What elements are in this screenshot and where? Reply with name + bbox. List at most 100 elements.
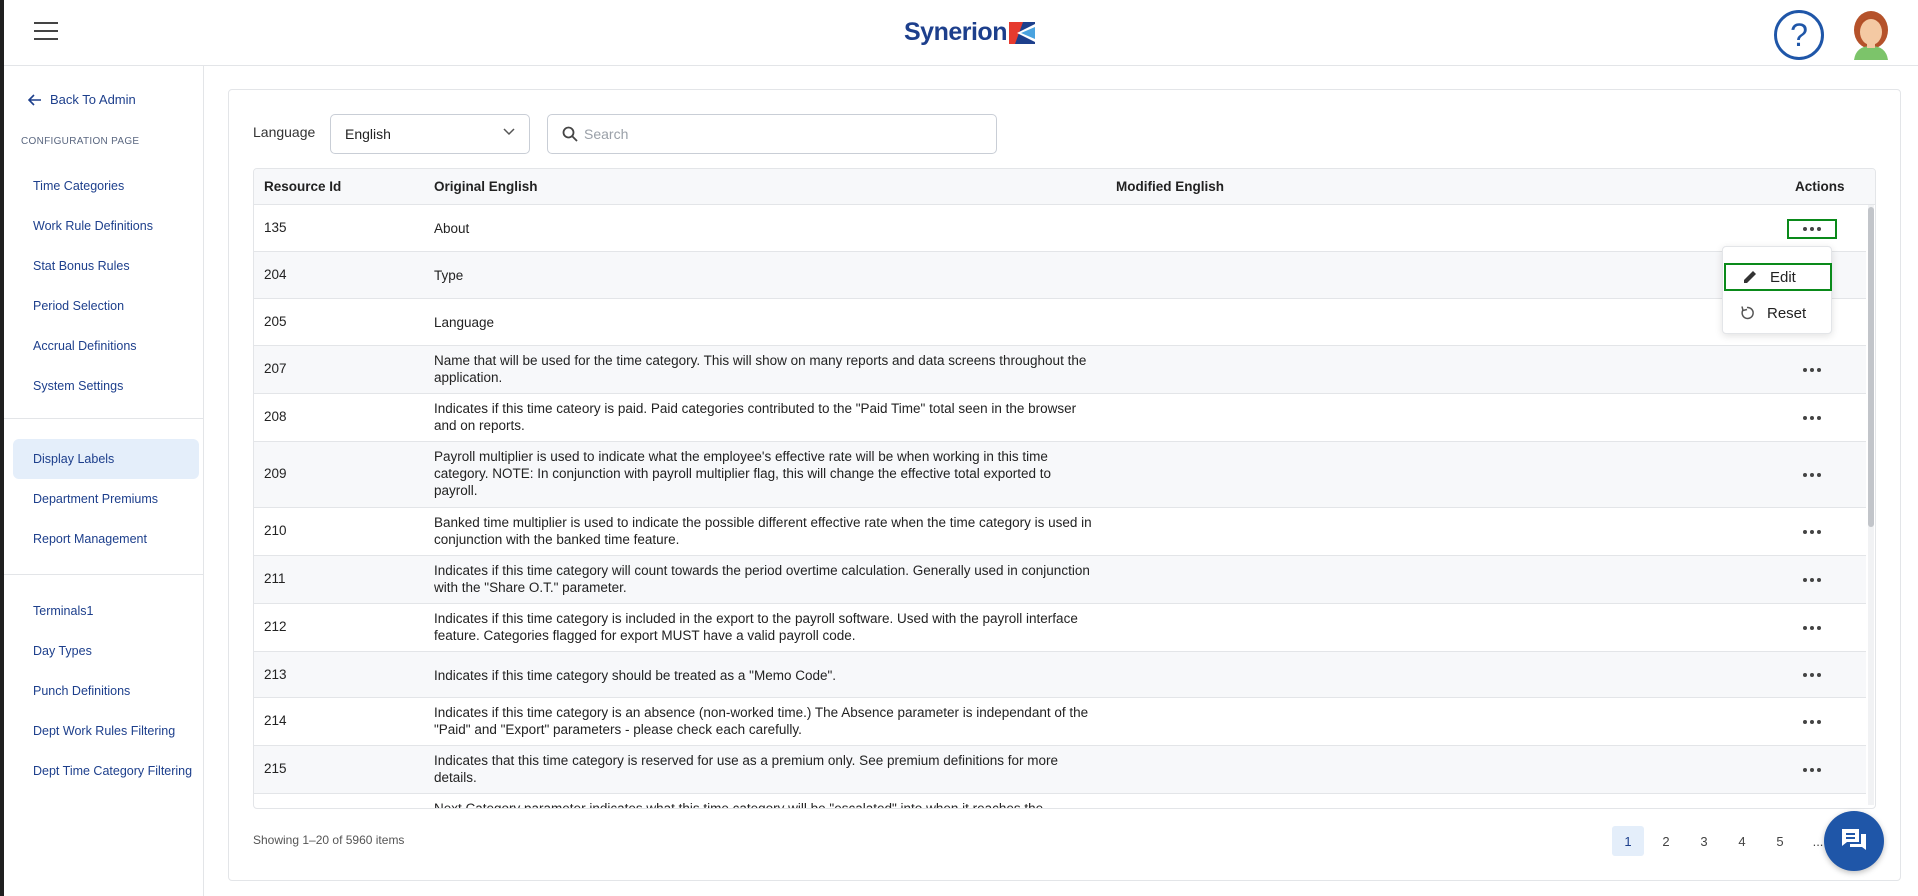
resource-id-cell: 204	[264, 267, 287, 282]
sidebar-item-punch-definitions[interactable]: Punch Definitions	[13, 671, 199, 711]
scrollbar-thumb[interactable]	[1868, 207, 1874, 527]
table-row: 213 Indicates if this time category shou…	[254, 652, 1866, 698]
sidebar-item-day-types[interactable]: Day Types	[13, 631, 199, 671]
original-text-cell: Indicates that this time category is res…	[434, 753, 1059, 785]
menu-item-reset-label: Reset	[1767, 304, 1807, 322]
top-header: Synerion ?	[4, 0, 1918, 66]
sidebar-item-department-premiums[interactable]: Department Premiums	[13, 479, 199, 519]
menu-item-edit-label: Edit	[1770, 268, 1796, 286]
arrow-left-icon	[28, 93, 41, 106]
original-text-cell: Type	[434, 268, 464, 283]
original-text-cell: Next Category parameter indicates what t…	[434, 801, 1044, 809]
row-actions-button[interactable]	[1787, 570, 1837, 590]
table-row: 204 Type	[254, 252, 1866, 299]
row-actions-button[interactable]	[1787, 360, 1837, 380]
column-header-modified: Modified English	[1116, 179, 1224, 194]
more-dots-icon	[1803, 368, 1821, 372]
row-actions-button[interactable]	[1787, 665, 1837, 685]
original-text-cell: Indicates if this time cateory is paid. …	[434, 401, 1077, 433]
more-dots-icon	[1803, 578, 1821, 582]
table-row: Next Category parameter indicates what t…	[254, 794, 1866, 809]
resource-id-cell: 210	[264, 523, 287, 538]
sidebar: Back To Admin CONFIGURATION PAGE Time Ca…	[4, 66, 204, 896]
table-scrollbar[interactable]	[1868, 205, 1874, 805]
language-select[interactable]: English	[330, 114, 530, 154]
menu-item-reset[interactable]: Reset	[1723, 299, 1833, 327]
more-dots-icon	[1803, 673, 1821, 677]
row-actions-button[interactable]	[1787, 618, 1837, 638]
language-label: Language	[253, 124, 316, 140]
row-actions-button[interactable]	[1787, 219, 1837, 239]
sidebar-item-work-rule-definitions[interactable]: Work Rule Definitions	[13, 206, 199, 246]
original-text-cell: Language	[434, 315, 495, 330]
page-button-3[interactable]: 3	[1688, 826, 1720, 856]
sidebar-item-terminals1[interactable]: Terminals1	[13, 591, 199, 631]
original-text-cell: Indicates if this time category will cou…	[434, 563, 1090, 595]
resource-id-cell: 209	[264, 466, 287, 481]
page-button-5[interactable]: 5	[1764, 826, 1796, 856]
original-text-cell: Name that will be used for the time cate…	[434, 353, 1087, 385]
menu-item-edit[interactable]: Edit	[1724, 263, 1832, 291]
language-select-value: English	[345, 126, 391, 142]
pagination: 1 2 3 4 5 ...	[1612, 826, 1834, 856]
more-dots-icon	[1803, 227, 1821, 231]
resource-id-cell: 207	[264, 361, 287, 376]
original-text-cell: Indicates if this time category is inclu…	[434, 611, 1078, 643]
table-row: 215 Indicates that this time category is…	[254, 746, 1866, 794]
table-body: 135 About 204 Type 205 Language 207 Name…	[254, 205, 1866, 809]
sidebar-item-system-settings[interactable]: System Settings	[13, 366, 199, 406]
display-labels-card: Language English Resource Id Original En…	[228, 89, 1901, 881]
sidebar-item-stat-bonus-rules[interactable]: Stat Bonus Rules	[13, 246, 199, 286]
original-text-cell: Indicates if this time category is an ab…	[434, 705, 1089, 737]
resource-id-cell: 135	[264, 220, 287, 235]
resource-id-cell: 215	[264, 761, 287, 776]
page-button-1[interactable]: 1	[1612, 826, 1644, 856]
sidebar-item-dept-time-category-filtering[interactable]: Dept Time Category Filtering	[13, 751, 199, 791]
more-dots-icon	[1803, 530, 1821, 534]
row-actions-menu: Edit Reset	[1722, 246, 1832, 334]
original-text-cell: Indicates if this time category should b…	[434, 668, 837, 683]
back-to-admin-label: Back To Admin	[50, 92, 136, 107]
page-button-4[interactable]: 4	[1726, 826, 1758, 856]
hamburger-menu-icon[interactable]	[34, 22, 58, 42]
search-input[interactable]	[584, 126, 984, 142]
more-dots-icon	[1803, 473, 1821, 477]
row-actions-button[interactable]	[1787, 522, 1837, 542]
row-actions-button[interactable]	[1787, 760, 1837, 780]
column-header-resource-id: Resource Id	[264, 179, 342, 194]
table-header: Resource Id Original English Modified En…	[254, 169, 1875, 205]
row-actions-button[interactable]	[1787, 712, 1837, 732]
logo-flag-icon	[1008, 21, 1035, 44]
column-header-original: Original English	[434, 179, 538, 194]
chevron-down-icon	[503, 128, 515, 136]
original-text-cell: Banked time multiplier is used to indica…	[434, 515, 1092, 547]
more-dots-icon	[1803, 626, 1821, 630]
original-text-cell: About	[434, 221, 470, 236]
table-row: 210 Banked time multiplier is used to in…	[254, 508, 1866, 556]
row-actions-button[interactable]	[1787, 408, 1837, 428]
chat-button[interactable]	[1824, 811, 1884, 871]
reset-icon	[1741, 306, 1754, 320]
sidebar-divider	[4, 418, 203, 419]
original-text-cell: Payroll multiplier is used to indicate w…	[434, 449, 1052, 498]
table-row: 212 Indicates if this time category is i…	[254, 604, 1866, 652]
resource-id-cell: 214	[264, 713, 287, 728]
help-button[interactable]: ?	[1774, 10, 1824, 60]
resource-id-cell: 213	[264, 667, 287, 682]
user-avatar[interactable]	[1848, 10, 1894, 60]
table-row: 208 Indicates if this time cateory is pa…	[254, 394, 1866, 442]
configuration-section-label: CONFIGURATION PAGE	[21, 136, 140, 147]
sidebar-item-display-labels[interactable]: Display Labels	[13, 439, 199, 479]
sidebar-item-accrual-definitions[interactable]: Accrual Definitions	[13, 326, 199, 366]
table-row: 135 About	[254, 205, 1866, 252]
sidebar-item-period-selection[interactable]: Period Selection	[13, 286, 199, 326]
search-icon	[562, 126, 578, 142]
pagination-summary: Showing 1–20 of 5960 items	[253, 833, 405, 847]
sidebar-item-report-management[interactable]: Report Management	[13, 519, 199, 559]
back-to-admin-link[interactable]: Back To Admin	[28, 92, 136, 107]
sidebar-item-dept-work-rules-filtering[interactable]: Dept Work Rules Filtering	[13, 711, 199, 751]
labels-table: Resource Id Original English Modified En…	[253, 168, 1876, 809]
sidebar-item-time-categories[interactable]: Time Categories	[13, 166, 199, 206]
page-button-2[interactable]: 2	[1650, 826, 1682, 856]
row-actions-button[interactable]	[1787, 465, 1837, 485]
